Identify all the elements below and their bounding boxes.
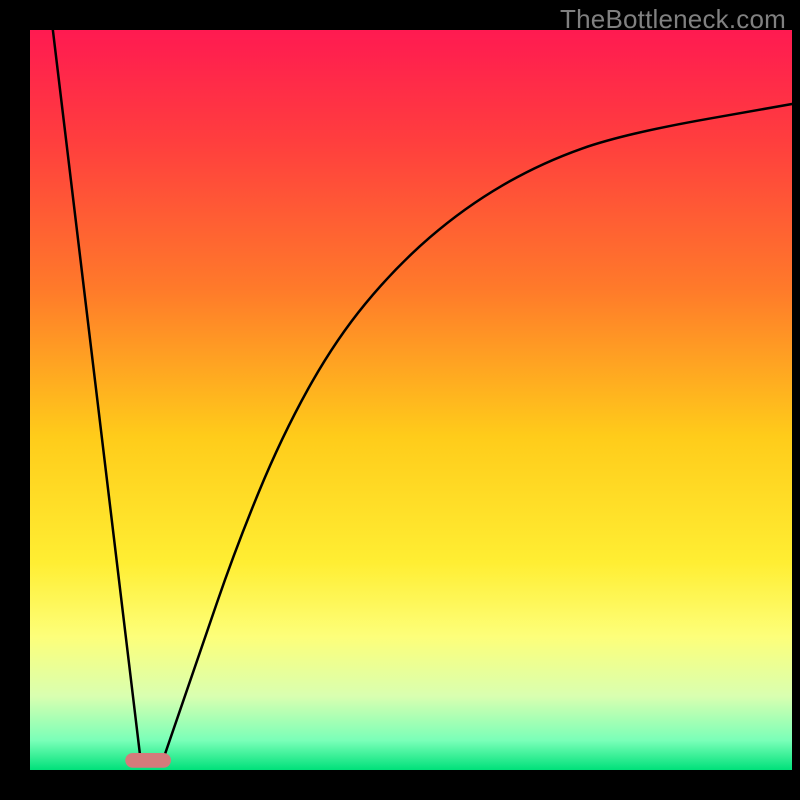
watermark-text: TheBottleneck.com <box>560 4 786 35</box>
gradient-background <box>30 30 792 770</box>
min-marker <box>125 753 171 768</box>
chart-container: TheBottleneck.com <box>0 0 800 800</box>
chart-svg <box>0 0 800 800</box>
plot-area <box>30 30 792 770</box>
